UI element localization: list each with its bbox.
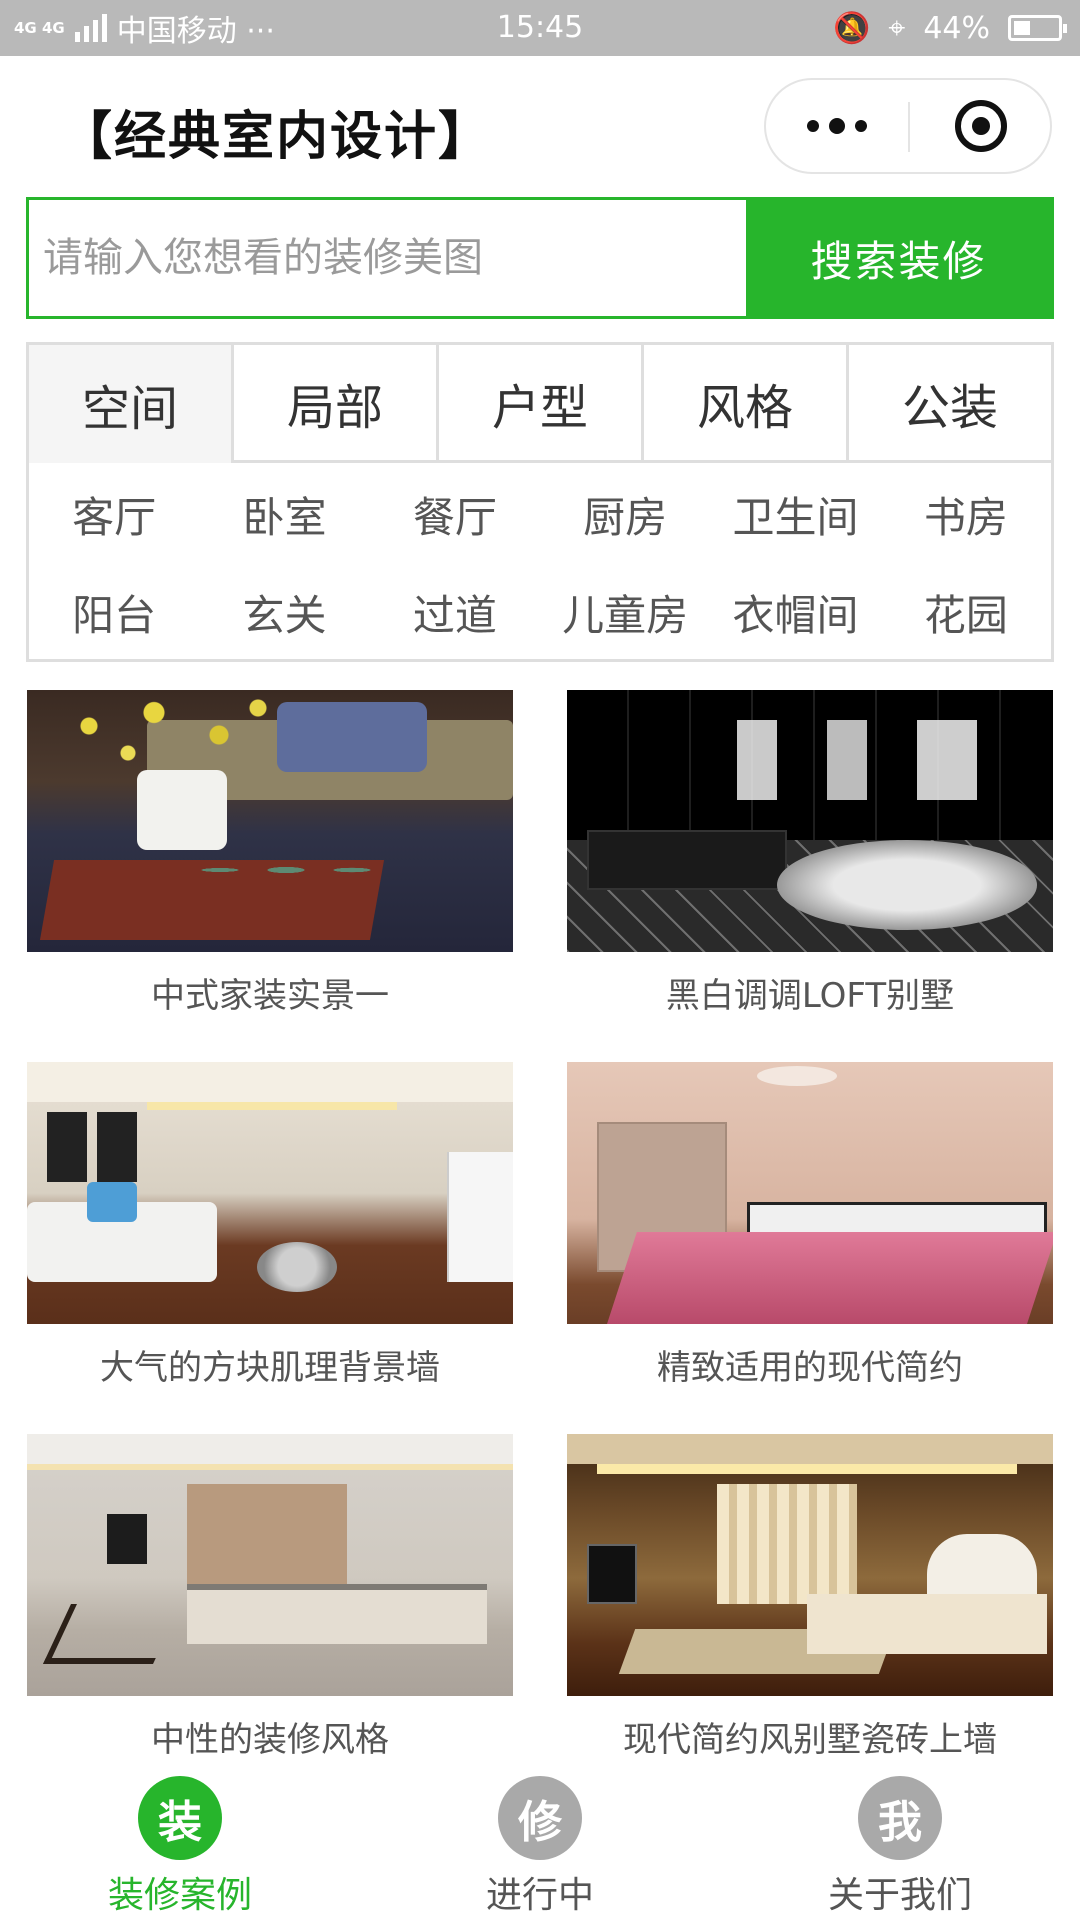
location-icon: ⌖ (888, 10, 906, 46)
case-thumbnail[interactable] (27, 690, 513, 952)
category-item[interactable]: 厨房 (540, 465, 710, 563)
more-dot-icon (807, 120, 819, 132)
decoration-cases-icon: 装 (138, 1776, 222, 1860)
tab-decoration-cases[interactable]: 装 装修案例 (0, 1770, 360, 1920)
search-input[interactable] (29, 200, 746, 316)
close-program-button[interactable] (910, 80, 1052, 172)
mute-bell-icon: 🔕 (833, 10, 871, 46)
category-item[interactable]: 花园 (881, 563, 1051, 661)
tab-label: 进行中 (485, 1875, 594, 1916)
more-dot-icon (829, 118, 845, 134)
case-thumbnail[interactable] (27, 1434, 513, 1696)
more-options-button[interactable] (766, 80, 908, 172)
case-caption: 黑白调调LOFT别墅 (665, 976, 955, 1016)
case-thumbnail[interactable] (567, 690, 1053, 952)
category-grid: 客厅 卧室 餐厅 厨房 卫生间 书房 阳台 玄关 过道 儿童房 衣帽间 花园 (29, 463, 1051, 661)
status-right: 🔕 ⌖ 44% (833, 0, 1067, 56)
case-thumbnail[interactable] (567, 1062, 1053, 1324)
tab-in-progress[interactable]: 修 进行中 (360, 1770, 720, 1920)
category-item[interactable]: 书房 (881, 465, 1051, 563)
category-tabs: 空间 局部 户型 风格 公装 (29, 345, 1051, 463)
category-item[interactable]: 玄关 (199, 563, 369, 661)
search-bar: 搜索装修 (26, 197, 1054, 319)
case-card[interactable]: 中式家装实景一 (27, 690, 513, 1017)
category-item[interactable]: 卫生间 (710, 465, 880, 563)
category-panel: 空间 局部 户型 风格 公装 客厅 卧室 餐厅 厨房 卫生间 书房 阳台 玄关 … (26, 342, 1054, 662)
tab-space[interactable]: 空间 (29, 345, 234, 463)
page-title: 【经典室内设计】 (60, 107, 493, 167)
battery-percent: 44% (923, 10, 990, 46)
tab-commercial[interactable]: 公装 (849, 345, 1051, 463)
category-item[interactable]: 衣帽间 (710, 563, 880, 661)
case-card[interactable]: 黑白调调LOFT别墅 (567, 690, 1053, 1017)
case-card[interactable]: 精致适用的现代简约 (567, 1062, 1053, 1389)
category-item[interactable]: 客厅 (29, 465, 199, 563)
case-caption: 现代简约风别墅瓷砖上墙 (623, 1720, 997, 1760)
tab-label: 关于我们 (827, 1875, 972, 1916)
tab-label: 装修案例 (107, 1875, 252, 1916)
about-us-icon: 我 (858, 1776, 942, 1860)
battery-icon (1008, 15, 1067, 41)
case-card[interactable]: 中性的装修风格 (27, 1434, 513, 1761)
status-bar: 4G 4G 中国移动 ··· 15:45 🔕 ⌖ 44% (0, 0, 1080, 56)
case-card[interactable]: 大气的方块肌理背景墙 (27, 1062, 513, 1389)
search-button[interactable]: 搜索装修 (746, 200, 1051, 316)
category-item[interactable]: 卧室 (199, 465, 369, 563)
tab-about-us[interactable]: 我 关于我们 (720, 1770, 1080, 1920)
more-dot-icon (855, 120, 867, 132)
mini-program-header: 【经典室内设计】 (0, 56, 1080, 196)
bottom-tab-bar: 装 装修案例 修 进行中 我 关于我们 (0, 1770, 1080, 1920)
case-caption: 大气的方块肌理背景墙 (100, 1348, 440, 1388)
tab-style[interactable]: 风格 (644, 345, 849, 463)
capsule-menu (764, 78, 1052, 174)
case-caption: 精致适用的现代简约 (657, 1348, 963, 1388)
case-caption: 中性的装修风格 (151, 1720, 389, 1760)
tab-partial[interactable]: 局部 (234, 345, 439, 463)
target-circle-icon (955, 100, 1007, 152)
case-card[interactable]: 现代简约风别墅瓷砖上墙 (567, 1434, 1053, 1761)
category-item[interactable]: 餐厅 (370, 465, 540, 563)
case-thumbnail[interactable] (567, 1434, 1053, 1696)
in-progress-icon: 修 (498, 1776, 582, 1860)
case-caption: 中式家装实景一 (151, 976, 389, 1016)
category-item[interactable]: 儿童房 (540, 563, 710, 661)
category-item[interactable]: 阳台 (29, 563, 199, 661)
case-thumbnail[interactable] (27, 1062, 513, 1324)
category-item[interactable]: 过道 (370, 563, 540, 661)
tab-layout[interactable]: 户型 (439, 345, 644, 463)
